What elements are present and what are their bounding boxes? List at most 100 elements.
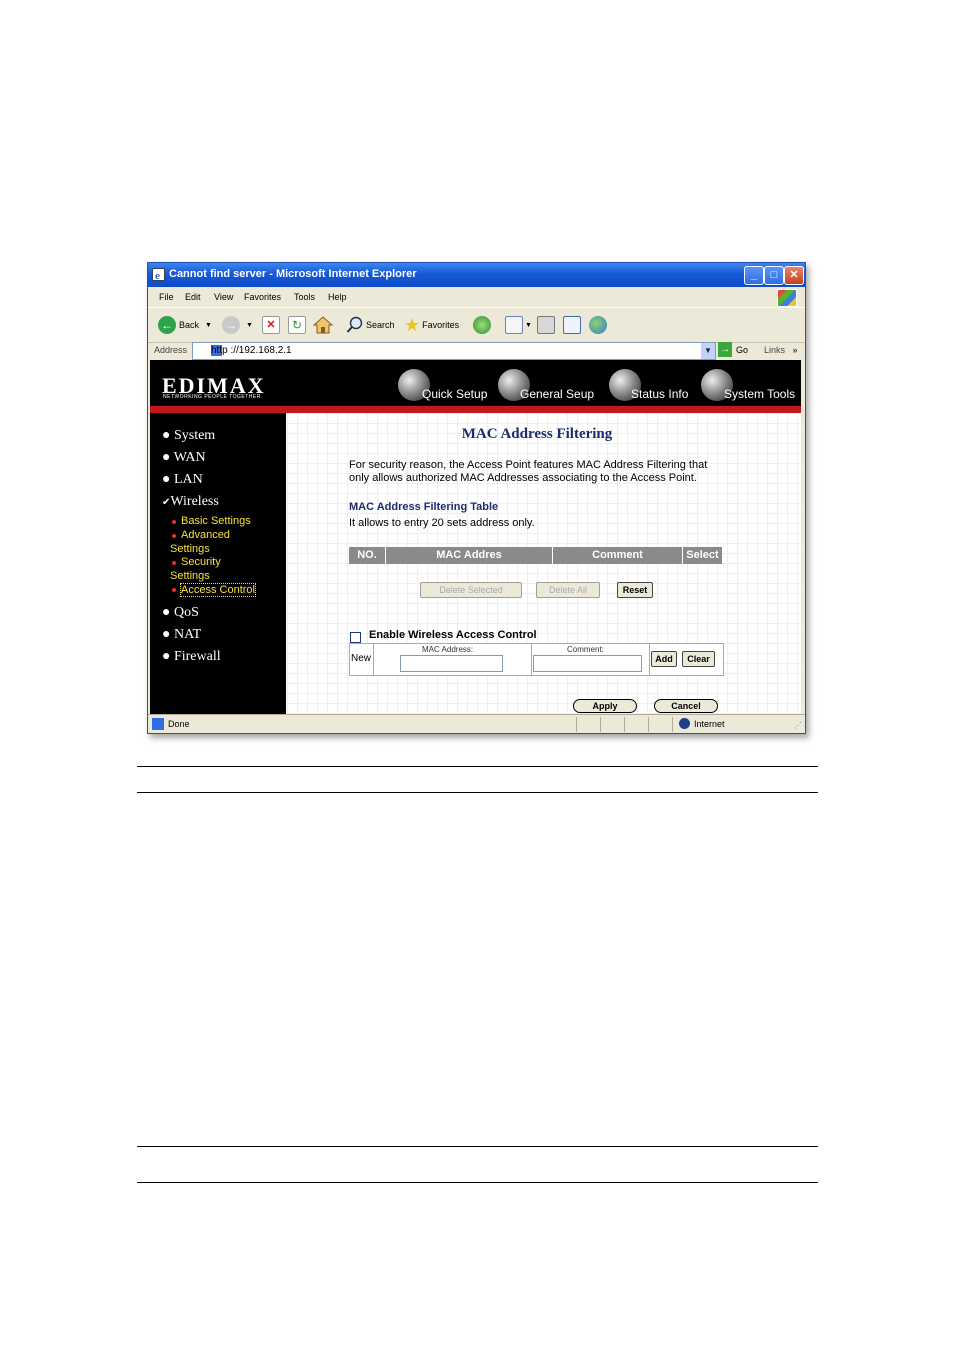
refresh-icon: ↻ [288,316,306,334]
ie-page-icon: e [152,268,165,281]
comment-input[interactable] [533,655,642,672]
table-note: It allows to entry 20 sets address only. [349,517,535,529]
stop-button[interactable]: ✕ [262,315,280,335]
maximize-button[interactable]: □ [764,266,784,285]
enable-access-control-label: Enable Wireless Access Control [369,629,537,641]
sidebar-sub-security-settings[interactable]: Settings [170,570,210,582]
status-divider [672,717,673,732]
mail-button[interactable]: ▼ [505,315,532,335]
page-done-icon [152,718,164,730]
home-button[interactable] [313,315,333,335]
favorites-button[interactable]: ★ Favorites [404,315,459,335]
delete-all-button[interactable]: Delete All [536,582,600,598]
cancel-button[interactable]: Cancel [654,699,718,713]
menu-help[interactable]: Help [328,292,347,302]
description-line: For security reason, the Access Point fe… [349,459,708,471]
nav-general-setup[interactable]: General Seup [520,387,594,401]
mac-address-input[interactable] [400,655,503,672]
favorites-label: Favorites [422,320,460,330]
links-label: Links [764,345,786,355]
sidebar-item-label: Firewall [173,649,221,664]
back-label: Back [179,320,200,330]
mail-dropdown-icon[interactable]: ▼ [525,322,532,329]
sidebar-item-nat[interactable]: ● NAT [162,627,201,643]
delete-selected-button[interactable]: Delete Selected [420,582,522,598]
sidebar-sub-advanced-settings[interactable]: Settings [170,543,210,555]
messenger-button[interactable] [589,315,610,335]
sidebar-sub-security[interactable]: Security [181,556,221,568]
mac-address-cell: MAC Address: [374,644,532,675]
go-arrow-icon[interactable]: → [718,342,732,357]
sidebar-item-wan[interactable]: ● WAN [162,450,206,466]
apply-button[interactable]: Apply [573,699,637,713]
sidebar-item-label: NAT [173,627,202,642]
sidebar-item-label: WAN [173,450,206,465]
menu-file[interactable]: File [159,292,174,302]
sidebar-sub-access-control[interactable]: Access Control [180,583,256,597]
reset-button[interactable]: Reset [617,582,653,598]
sidebar-item-label: Wireless [170,494,219,509]
address-url: http ://192.168.2.1 [211,345,292,356]
edit-button[interactable] [563,315,581,335]
sidebar-item-firewall[interactable]: ● Firewall [162,649,221,665]
document-rule [137,1146,818,1147]
page-viewport: EDIMAX NETWORKING PEOPLE TOGETHER Quick … [150,360,801,714]
column-mac-address: MAC Addres [386,547,553,564]
sidebar-item-system[interactable]: ● System [162,428,215,444]
address-input[interactable]: http ://192.168.2.1 ▼ [192,342,716,360]
main-panel: MAC Address Filtering For security reaso… [287,413,801,714]
menu-tools[interactable]: Tools [294,292,315,302]
sidebar-item-label: QoS [173,605,199,620]
forward-button[interactable]: → ▼ [222,315,253,335]
sidebar-item-lan[interactable]: ● LAN [162,472,203,488]
history-button[interactable] [473,315,494,335]
sidebar-item-label: System [173,428,216,443]
close-button[interactable]: ✕ [784,266,804,285]
windows-flag-icon [777,289,797,307]
enable-access-control-checkbox[interactable] [350,632,361,643]
sidebar-item-wireless[interactable]: ✔Wireless [162,494,219,510]
print-button[interactable] [537,315,555,335]
sidebar-item-label: LAN [173,472,203,487]
new-entry-row: New MAC Address: Comment: Add Clear [349,643,724,676]
menu-view[interactable]: View [214,292,233,302]
bullet-icon [172,520,176,524]
sidebar-item-qos[interactable]: ● QoS [162,605,199,621]
clear-button[interactable]: Clear [682,651,715,667]
menu-edit[interactable]: Edit [185,292,201,302]
nav-quick-setup[interactable]: Quick Setup [422,387,487,401]
forward-arrow-icon: → [222,316,240,334]
favorites-star-icon: ★ [404,315,421,335]
router-sidebar: ● System ● WAN ● LAN ✔Wireless Basic Set… [150,413,286,714]
status-bar: Done Internet ⋰ [148,714,805,733]
minimize-button[interactable]: _ [744,266,764,285]
status-divider [648,717,649,732]
links-more-icon: » [792,345,798,355]
home-icon [313,316,333,334]
bullet-icon [172,561,176,565]
resize-grip-icon[interactable]: ⋰ [794,721,802,730]
add-button[interactable]: Add [651,651,677,667]
messenger-icon [589,316,607,334]
column-no: NO. [349,547,386,564]
status-divider [624,717,625,732]
table-title: MAC Address Filtering Table [349,501,499,513]
description-line: only allows authorized MAC Addresses ass… [349,472,697,484]
comment-cell: Comment: [532,644,650,675]
sidebar-sub-basic-settings[interactable]: Basic Settings [181,515,251,527]
stop-icon: ✕ [262,316,280,334]
forward-dropdown-icon[interactable]: ▼ [246,322,253,329]
status-divider [600,717,601,732]
menu-favorites[interactable]: Favorites [244,292,281,302]
sidebar-sub-advanced[interactable]: Advanced [181,529,230,541]
address-dropdown-icon[interactable]: ▼ [701,343,715,359]
back-button[interactable]: ← Back ▼ [158,315,212,335]
links-button[interactable]: Links » [764,345,798,355]
search-button[interactable]: Search [346,315,395,335]
back-dropdown-icon[interactable]: ▼ [205,322,212,329]
refresh-button[interactable]: ↻ [288,315,306,335]
nav-system-tools[interactable]: System Tools [724,387,795,401]
nav-status-info[interactable]: Status Info [631,387,688,401]
go-button[interactable]: Go [736,345,748,355]
svg-text:e: e [155,270,160,281]
